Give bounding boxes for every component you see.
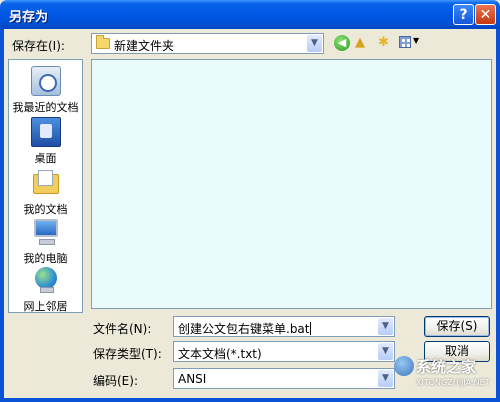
new-folder-icon[interactable]: ✱ <box>378 35 396 51</box>
my-documents-icon <box>31 168 61 198</box>
help-button[interactable]: ? <box>453 4 474 25</box>
watermark-brand: 系统之家 <box>416 358 477 376</box>
save-in-value: 新建文件夹 <box>114 39 175 53</box>
filetype-label: 保存类型(T): <box>93 347 162 361</box>
filetype-value: 文本文档(*.txt) <box>178 347 262 361</box>
place-label: 网上邻居 <box>23 300 68 313</box>
desktop-icon <box>30 117 61 147</box>
close-button[interactable]: ✕ <box>475 4 496 25</box>
filename-label: 文件名(N): <box>93 322 152 336</box>
filetype-dropdown[interactable]: 文本文档(*.txt) ▼ <box>173 341 395 362</box>
save-button[interactable]: 保存(S) <box>424 316 490 337</box>
filename-input[interactable]: 创建公文包右键菜单.bat ▼ <box>173 316 395 337</box>
views-menu-icon[interactable]: ▼ <box>399 35 421 51</box>
filename-value: 创建公文包右键菜单.bat <box>178 322 310 336</box>
network-places-icon <box>31 265 61 295</box>
place-desktop[interactable]: 桌面 <box>9 117 82 166</box>
watermark-logo-icon <box>394 356 414 376</box>
places-bar: 我最近的文档 桌面 我的文档 我的电脑 网上邻居 <box>8 59 83 313</box>
place-my-documents[interactable]: 我的文档 <box>9 168 82 217</box>
title-bar: 另存为 ? ✕ <box>0 0 500 29</box>
window-border-bottom <box>0 398 500 402</box>
dropdown-arrow-icon: ▼ <box>413 36 420 45</box>
recent-documents-icon <box>30 66 61 96</box>
window-border-right <box>496 29 500 402</box>
place-recent-documents[interactable]: 我最近的文档 <box>9 66 82 115</box>
window-title: 另存为 <box>9 10 49 25</box>
place-network[interactable]: 网上邻居 <box>9 265 82 314</box>
place-label: 我的电脑 <box>23 252 68 265</box>
place-my-computer[interactable]: 我的电脑 <box>9 217 82 266</box>
chevron-down-icon[interactable]: ▼ <box>378 318 393 335</box>
my-computer-icon <box>31 217 61 247</box>
grid-icon <box>399 36 411 48</box>
place-label: 桌面 <box>34 152 57 165</box>
back-arrow-icon[interactable]: ◀ <box>334 35 350 51</box>
encoding-value: ANSI <box>178 372 207 386</box>
encoding-dropdown[interactable]: ANSI ▼ <box>173 368 395 389</box>
place-label: 我的文档 <box>23 203 68 216</box>
chevron-down-icon[interactable]: ▼ <box>378 370 393 387</box>
place-label: 我最近的文档 <box>12 101 79 114</box>
file-list[interactable] <box>91 59 492 309</box>
text-caret <box>309 322 311 335</box>
save-in-label: 保存在(I): <box>12 39 65 53</box>
encoding-label: 编码(E): <box>93 374 138 388</box>
up-folder-icon[interactable]: ▲ <box>355 35 373 51</box>
chevron-down-icon[interactable]: ▼ <box>307 35 322 52</box>
folder-icon <box>96 35 110 49</box>
watermark: 系统之家 XITONGZHIJIA.NET <box>392 354 496 398</box>
chevron-down-icon[interactable]: ▼ <box>378 343 393 360</box>
watermark-url: XITONGZHIJIA.NET <box>416 378 490 387</box>
save-in-dropdown[interactable]: 新建文件夹 ▼ <box>91 33 324 54</box>
window-border-left <box>0 29 4 402</box>
